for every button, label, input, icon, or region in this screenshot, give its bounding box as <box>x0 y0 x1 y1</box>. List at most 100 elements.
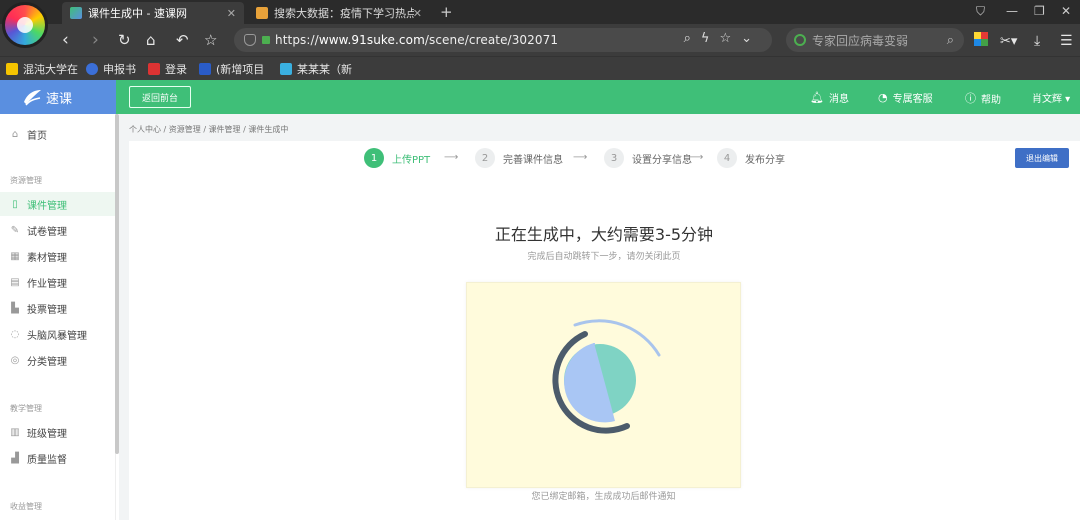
bookmark-favicon-icon <box>280 63 292 75</box>
support-icon: ◔ <box>878 91 888 104</box>
messages-link[interactable]: 🔔︎ 消息 <box>810 90 849 105</box>
search-icon[interactable]: ⌕ <box>947 33 954 48</box>
close-icon[interactable]: ✕ <box>413 7 422 20</box>
minimize-icon[interactable]: — <box>1006 4 1018 18</box>
step-share: 3 设置分享信息 <box>604 148 692 168</box>
brand-logo[interactable]: 速课 <box>0 80 116 114</box>
bookmark-star-icon[interactable]: ☆ <box>719 31 741 46</box>
help-icon: ⓘ <box>965 92 976 105</box>
loading-card <box>466 282 741 488</box>
home-icon[interactable]: ⌂ <box>146 30 156 50</box>
bookmark-favicon-icon <box>86 63 98 75</box>
search-input[interactable]: 专家回应病毒变弱 <box>812 32 908 49</box>
bookmark-item[interactable]: 申报书 <box>86 61 136 77</box>
step-publish: 4 发布分享 <box>717 148 785 168</box>
search-engine-icon <box>794 34 806 46</box>
bookmark-favicon-icon <box>6 63 18 75</box>
browser-tab-bar: 课件生成中 - 速课网 ✕ 搜索大数据：疫情下学习热点 ✕ + ⛉ — ❐ ✕ <box>0 0 1080 24</box>
chevron-down-icon[interactable]: ⌄ <box>741 31 762 46</box>
bell-icon: 🔔︎ <box>810 91 824 104</box>
browser-logo-icon[interactable] <box>2 2 48 48</box>
restore-icon[interactable]: ❐ <box>1034 4 1045 18</box>
sidebar-item-courseware[interactable]: ▯ 课件管理 <box>0 192 115 216</box>
site-favicon-icon <box>256 7 268 19</box>
lock-icon <box>262 36 270 44</box>
close-icon[interactable]: ✕ <box>227 7 236 20</box>
reload-icon[interactable]: ↻ <box>118 30 131 50</box>
skin-icon[interactable]: ⛉ <box>976 4 985 19</box>
new-tab-icon[interactable]: + <box>440 3 453 21</box>
undo-icon[interactable]: ↶ <box>176 30 189 50</box>
url-text: https://www.91suke.com/scene/create/3020… <box>275 33 559 47</box>
step-info: 2 完善课件信息 <box>475 148 563 168</box>
chart-icon: ▟ <box>11 452 19 464</box>
browser-nav-bar: ‹ › ↻ ⌂ ↶ ☆ https://www.91suke.com/scene… <box>0 24 1080 56</box>
sidebar-item-class[interactable]: ▥ 班级管理 <box>0 420 115 444</box>
back-to-front-button[interactable]: 返回前台 <box>129 86 191 108</box>
step-upload: 1 上传PPT <box>364 148 430 168</box>
page-subtitle: 完成后自动跳转下一步，请勿关闭此页 <box>527 252 681 262</box>
download-icon[interactable]: ⤓ <box>1034 31 1040 51</box>
arrow-right-icon: ⟶ <box>689 152 704 163</box>
back-icon[interactable]: ‹ <box>62 30 69 50</box>
document-icon: ▤ <box>10 276 20 288</box>
site-favicon-icon <box>70 7 82 19</box>
sidebar-item-category[interactable]: ◎ 分类管理 <box>0 348 115 372</box>
tab-label: 搜索大数据：疫情下学习热点 <box>274 7 414 20</box>
exit-edit-button[interactable]: 退出编辑 <box>1015 148 1069 168</box>
address-bar[interactable]: https://www.91suke.com/scene/create/3020… <box>234 28 772 52</box>
book-icon: ▥ <box>10 426 20 438</box>
bar-chart-icon: ▙ <box>11 302 19 314</box>
sidebar-item-brainstorm[interactable]: ◌ 头脑风暴管理 <box>0 322 115 346</box>
bookmark-favicon-icon <box>148 63 160 75</box>
sidebar-item-home[interactable]: ⌂ 首页 <box>0 122 115 146</box>
bookmark-item[interactable]: 混沌大学在 <box>6 61 78 77</box>
tab-active[interactable]: 课件生成中 - 速课网 ✕ <box>62 2 244 24</box>
sidebar-item-quality[interactable]: ▟ 质量监督 <box>0 446 115 470</box>
apps-grid-icon[interactable] <box>974 32 988 46</box>
email-notice: 您已绑定邮箱，生成成功后邮件通知 <box>531 492 676 502</box>
breadcrumb: 个人中心 / 资源管理 / 课件管理 / 课件生成中 <box>129 125 289 134</box>
page-title: 正在生成中，大约需要3-5分钟 <box>494 225 714 244</box>
sidebar-item-material[interactable]: ▦ 素材管理 <box>0 244 115 268</box>
home-icon: ⌂ <box>11 128 19 140</box>
bookmark-favicon-icon <box>199 63 211 75</box>
grid-icon: ▦ <box>10 250 20 262</box>
category-icon: ◎ <box>10 354 20 366</box>
tab-inactive[interactable]: 搜索大数据：疫情下学习热点 ✕ <box>248 2 430 24</box>
forward-icon[interactable]: › <box>92 30 99 50</box>
shield-icon <box>244 34 256 46</box>
lightning-icon[interactable]: ϟ <box>701 31 720 46</box>
favorite-star-icon[interactable]: ☆ <box>204 30 217 50</box>
menu-icon[interactable]: ☰ <box>1060 31 1073 51</box>
sidebar-item-exam[interactable]: ✎ 试卷管理 <box>0 218 115 242</box>
bookmark-item[interactable]: 某某某（新 <box>280 61 352 77</box>
arrow-right-icon: ⟶ <box>573 152 588 163</box>
search-box[interactable]: 专家回应病毒变弱 ⌕ <box>786 28 964 52</box>
close-window-icon[interactable]: ✕ <box>1061 4 1071 18</box>
brand-name: 速课 <box>46 91 73 107</box>
edit-icon: ✎ <box>10 224 20 236</box>
sidebar-group-title: 资源管理 <box>10 176 42 185</box>
sidebar-group-title: 收益管理 <box>10 502 42 511</box>
sidebar-group-title: 教学管理 <box>10 404 42 413</box>
tab-label: 课件生成中 - 速课网 <box>88 7 187 20</box>
sidebar-item-vote[interactable]: ▙ 投票管理 <box>0 296 115 320</box>
zoom-search-icon[interactable]: ⌕ <box>684 31 701 46</box>
bookmark-item[interactable]: 登录 <box>148 61 187 77</box>
app-header: 速课 返回前台 🔔︎ 消息 ◔ 专属客服 ⓘ 帮助 肖文辉 ▾ <box>0 80 1080 114</box>
support-link[interactable]: ◔ 专属客服 <box>878 90 933 105</box>
arrow-right-icon: ⟶ <box>444 152 459 163</box>
sidebar: ⌂ 首页 资源管理 ▯ 课件管理 ✎ 试卷管理 ▦ 素材管理 ▤ 作业管理 ▙ 投票管理 ◌… <box>0 114 116 520</box>
bookmark-item[interactable]: (新增项目 <box>199 61 264 77</box>
bookmarks-bar: 混沌大学在 申报书 登录 (新增项目 某某某（新 <box>0 56 1080 80</box>
loading-spinner-icon <box>552 319 661 434</box>
bulb-icon: ◌ <box>10 328 20 340</box>
sidebar-item-homework[interactable]: ▤ 作业管理 <box>0 270 115 294</box>
user-menu[interactable]: 肖文辉 ▾ <box>1032 90 1070 105</box>
help-link[interactable]: ⓘ 帮助 <box>965 90 1001 106</box>
address-tools: ⌕ϟ☆⌄ <box>684 31 762 46</box>
leaf-logo-icon <box>24 90 41 106</box>
scissors-icon[interactable]: ✂▾ <box>1000 32 1017 52</box>
phone-icon: ▯ <box>12 198 18 210</box>
